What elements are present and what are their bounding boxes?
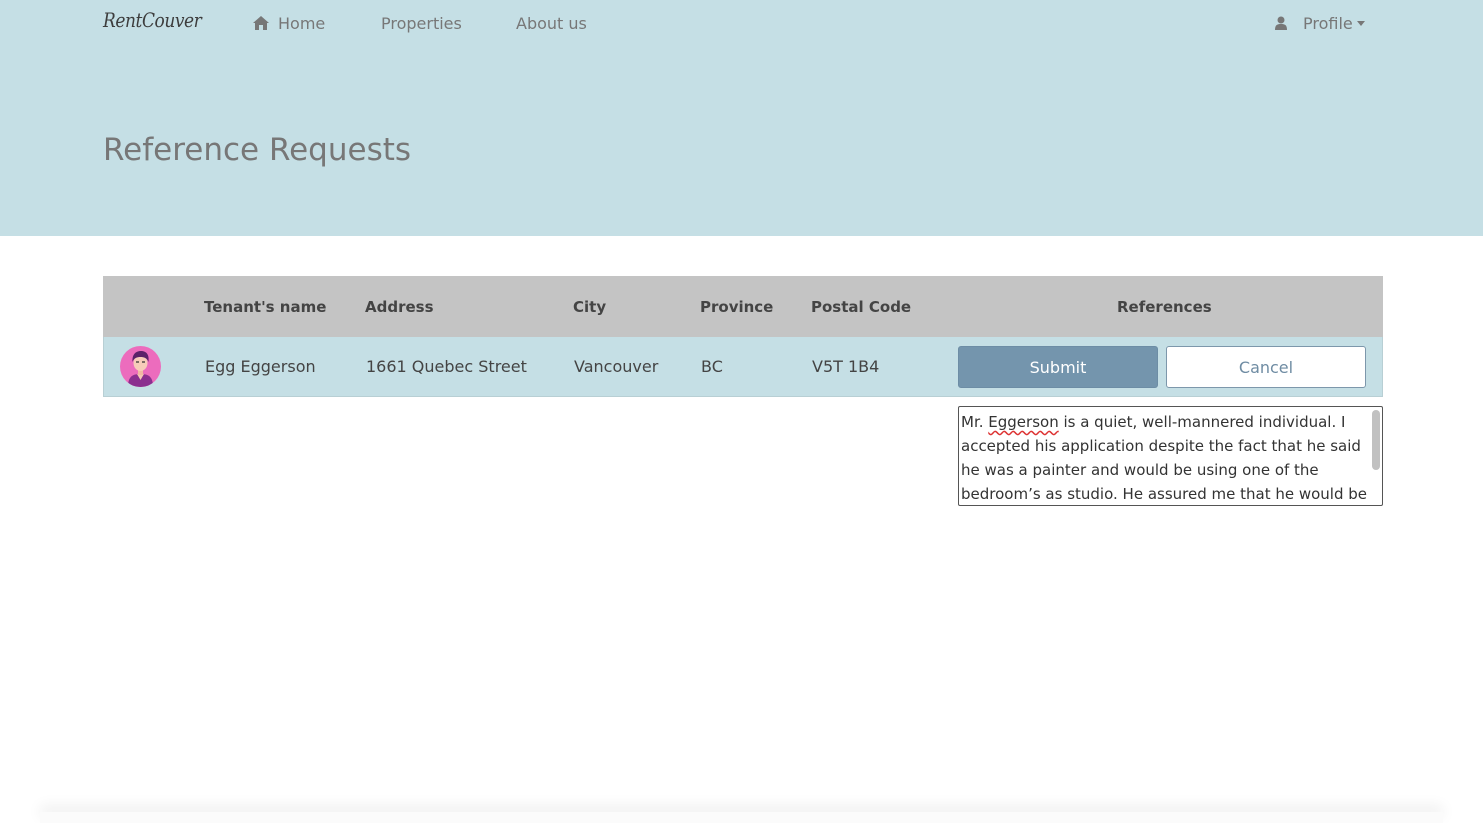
- footer-edge: [40, 812, 1443, 823]
- table-row: Egg Eggerson 1661 Quebec Street Vancouve…: [103, 337, 1383, 397]
- reference-requests-table: Tenant's name Address City Province Post…: [103, 276, 1383, 397]
- navbar: RentCouver Home Properties About us Prof…: [0, 0, 1483, 48]
- header-province: Province: [700, 298, 774, 316]
- brand-logo[interactable]: RentCouver: [103, 8, 202, 32]
- cell-city: Vancouver: [574, 357, 659, 376]
- page-title: Reference Requests: [103, 132, 412, 168]
- cell-postal-code: V5T 1B4: [812, 357, 880, 376]
- nav-properties[interactable]: Properties: [381, 14, 462, 33]
- submit-button[interactable]: Submit: [958, 346, 1158, 388]
- profile-dropdown[interactable]: Profile: [1275, 14, 1365, 33]
- nav-about[interactable]: About us: [516, 14, 587, 33]
- avatar: [120, 346, 161, 387]
- caret-down-icon: [1356, 21, 1365, 26]
- table-header: Tenant's name Address City Province Post…: [103, 276, 1383, 337]
- cell-tenant-name: Egg Eggerson: [205, 357, 316, 376]
- cell-address: 1661 Quebec Street: [366, 357, 527, 376]
- avatar-person-icon: [128, 351, 153, 387]
- reference-textarea[interactable]: Mr. Eggerson is a quiet, well-mannered i…: [958, 406, 1383, 506]
- reference-text: Mr. Eggerson is a quiet, well-mannered i…: [961, 410, 1369, 505]
- user-icon: [1275, 16, 1287, 30]
- misspelled-word: Eggerson: [988, 413, 1059, 431]
- reference-prefix: Mr.: [961, 413, 989, 431]
- cell-province: BC: [701, 357, 723, 376]
- header-address: Address: [365, 298, 434, 316]
- cancel-button[interactable]: Cancel: [1166, 346, 1366, 388]
- hero-banner: RentCouver Home Properties About us Prof…: [0, 0, 1483, 236]
- nav-home[interactable]: Home: [252, 14, 325, 33]
- profile-label: Profile: [1303, 14, 1353, 33]
- textarea-scrollbar[interactable]: [1372, 410, 1380, 470]
- header-city: City: [573, 298, 607, 316]
- header-tenant-name: Tenant's name: [204, 298, 327, 316]
- header-postal-code: Postal Code: [811, 298, 912, 316]
- nav-home-label: Home: [278, 14, 326, 33]
- header-references: References: [1117, 298, 1212, 316]
- home-icon: [253, 16, 269, 30]
